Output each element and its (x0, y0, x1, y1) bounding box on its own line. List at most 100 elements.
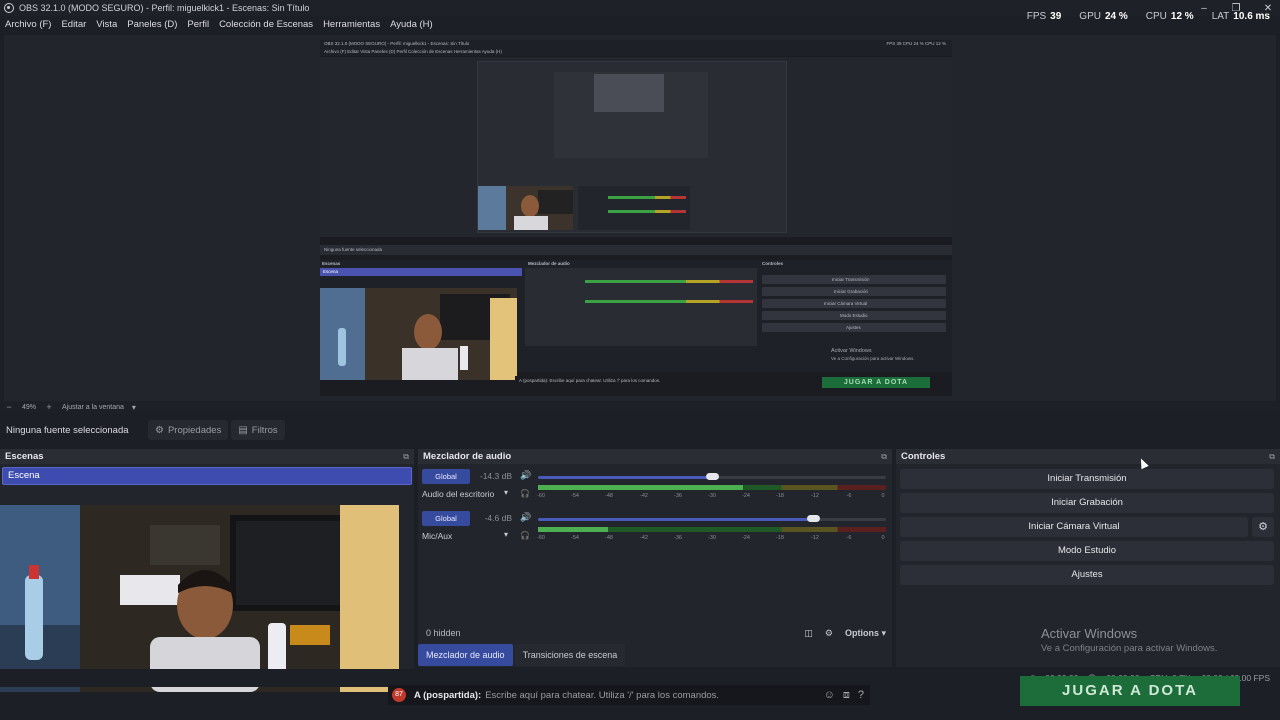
properties-label: Propiedades (167, 424, 222, 436)
menu-editar[interactable]: Editar (61, 19, 86, 30)
db-value: -14.3 dB (479, 471, 512, 481)
menu-paneles[interactable]: Paneles (D) (127, 19, 177, 30)
global-chip[interactable]: Global (422, 511, 470, 526)
nested-inner-preview-3 (594, 74, 664, 112)
options-button[interactable]: Options ▾ (845, 628, 886, 639)
nested-preview (320, 57, 952, 237)
meter-tick-label: -30 (708, 535, 716, 541)
nested-no-source: Ninguna fuente seleccionada (324, 247, 383, 252)
mixer-channel-mic: Global -4.6 dB 🔊 Mic/Aux ▾ 🎧 -60 -54 -48 -4… (420, 509, 890, 549)
user-avatar: 87 (392, 688, 406, 702)
preview-canvas[interactable]: OBS 32.1.0 (MODO SEGURO) - Perfil: migue… (320, 40, 952, 396)
start-virtual-camera-button[interactable]: Iniciar Cámara Virtual (900, 517, 1248, 537)
zoom-in-icon[interactable]: + (44, 402, 54, 412)
preview-area[interactable]: OBS 32.1.0 (MODO SEGURO) - Perfil: migue… (4, 35, 1276, 401)
nested-chat-bar: A (pospartida): Escribe aquí para chatea… (515, 376, 750, 385)
nested-btn-1-label: Iniciar Transmisión (832, 277, 870, 282)
zoom-bar: − 49% + Ajustar a la ventana ▾ (0, 401, 1280, 413)
zoom-out-icon[interactable]: − (4, 402, 14, 412)
menu-coleccion-escenas[interactable]: Colección de Escenas (219, 19, 313, 30)
headphones-icon[interactable]: 🎧 (520, 489, 530, 498)
nested-menu: Archivo (F) Editar Vista Paneles (D) Per… (324, 49, 502, 54)
volume-slider-rest[interactable] (712, 476, 886, 479)
nested-btn-2-label: Iniciar Grabación (834, 289, 869, 294)
nested-activate-title: Activar Windows (831, 348, 872, 354)
nested-mixer-box (525, 268, 757, 346)
fps-value: 39 (1050, 11, 1062, 22)
volume-slider-rest[interactable] (813, 518, 886, 521)
menu-herramientas[interactable]: Herramientas (323, 19, 380, 30)
webcam-overlay (0, 505, 399, 692)
headphones-icon[interactable]: 🎧 (520, 531, 530, 540)
mixer-channel-desktop: Global -14.3 dB 🔊 Audio del escritorio ▾… (420, 467, 890, 507)
speaker-icon[interactable]: 🔊 (520, 512, 531, 523)
chevron-down-icon[interactable]: ▾ (132, 403, 136, 412)
screenshot-icon[interactable]: ⧈ (843, 689, 850, 702)
cpu-value: 12 % (1170, 11, 1194, 22)
meter-tick-label: -60 (537, 535, 545, 541)
chat-input[interactable]: Escribe aquí para chatear. Utiliza '/' p… (485, 690, 719, 701)
advanced-audio-icon[interactable]: ⚙ (825, 628, 833, 639)
meter-tick-label: -24 (742, 535, 750, 541)
nested-inner-preview (477, 61, 787, 233)
filters-button[interactable]: ▤ Filtros (231, 420, 285, 440)
meter-ticks: -60 -54 -48 -42 -36 -30 -24 -18 -12 -6 0 (537, 535, 886, 545)
volume-slider[interactable] (538, 476, 712, 479)
nested-stats: FPS 39 CPU 24 % CPU 12 % (886, 41, 946, 46)
chevron-down-icon[interactable]: ▾ (504, 488, 508, 497)
activate-windows-subtitle: Ve a Configuración para activar Windows. (1041, 643, 1218, 654)
nested-mixer-mini (578, 186, 690, 230)
volume-slider-handle[interactable] (706, 473, 719, 480)
undock-icon[interactable]: ⧉ (1269, 452, 1275, 462)
meter-tick-label: -54 (571, 493, 579, 499)
tab-scene-transitions[interactable]: Transiciones de escena (514, 644, 626, 666)
meter-tick-label: -6 (846, 493, 852, 499)
volume-slider[interactable] (538, 518, 813, 521)
nested-title: OBS 32.1.0 (MODO SEGURO) - Perfil: migue… (324, 41, 470, 46)
speaker-icon[interactable]: 🔊 (520, 470, 531, 481)
start-recording-button[interactable]: Iniciar Grabación (900, 493, 1274, 513)
help-icon[interactable]: ? (858, 689, 864, 701)
undock-icon[interactable]: ⧉ (881, 452, 887, 462)
scene-item[interactable]: Escena (2, 467, 412, 485)
db-value: -4.6 dB (484, 513, 512, 523)
nested-scene-label: Escena (323, 269, 339, 274)
studio-mode-button[interactable]: Modo Estudio (900, 541, 1274, 561)
tab-audio-mixer[interactable]: Mezclador de audio (418, 644, 513, 666)
meter-tick-label: -48 (605, 535, 613, 541)
zoom-fit-select[interactable]: Ajustar a la ventana (62, 404, 124, 411)
meter-tick-label: -36 (674, 535, 682, 541)
meter-tick-label: 0 (881, 493, 885, 499)
chat-user: A (pospartida): (414, 689, 482, 701)
menu-perfil[interactable]: Perfil (187, 19, 209, 30)
nested-mixer-meter-1 (585, 280, 753, 283)
chevron-down-icon[interactable]: ▾ (504, 530, 508, 539)
undock-icon[interactable]: ⧉ (403, 452, 409, 462)
emoji-icon[interactable]: ☺ (824, 689, 835, 701)
layout-icon[interactable]: ◫ (804, 628, 813, 639)
play-dota-button[interactable]: JUGAR A DOTA (1020, 676, 1240, 706)
obs-logo-icon (4, 3, 14, 13)
nested-btn-2: Iniciar Grabación (762, 287, 946, 296)
meter-tick-label: -60 (537, 493, 545, 499)
activate-windows-title: Activar Windows (1041, 626, 1138, 641)
settings-button[interactable]: Ajustes (900, 565, 1274, 585)
start-streaming-button[interactable]: Iniciar Transmisión (900, 469, 1274, 489)
nested-btn-4: Modo Estudio (762, 311, 946, 320)
mixer-title: Mezclador de audio (423, 451, 512, 462)
menu-ayuda[interactable]: Ayuda (H) (390, 19, 433, 30)
chat-bar[interactable]: 87 A (pospartida): Escribe aquí para cha… (388, 685, 870, 705)
meter-tick-label: -18 (776, 493, 784, 499)
menu-archivo[interactable]: Archivo (F) (5, 19, 51, 30)
lat-label: LAT (1211, 11, 1230, 22)
nested-inner-preview-2 (554, 72, 708, 158)
nested-menu-bar: Archivo (F) Editar Vista Paneles (D) Per… (320, 48, 952, 56)
nested-btn-5: Ajustes (762, 323, 946, 332)
properties-button[interactable]: ⚙ Propiedades (148, 420, 229, 440)
virtual-camera-settings-gear-icon[interactable]: ⚙ (1252, 517, 1274, 537)
global-chip[interactable]: Global (422, 469, 470, 484)
volume-slider-handle[interactable] (807, 515, 820, 522)
menu-vista[interactable]: Vista (96, 19, 117, 30)
nested-meter-2 (608, 210, 686, 213)
meter-ticks: -60 -54 -48 -42 -36 -30 -24 -18 -12 -6 0 (537, 493, 886, 503)
